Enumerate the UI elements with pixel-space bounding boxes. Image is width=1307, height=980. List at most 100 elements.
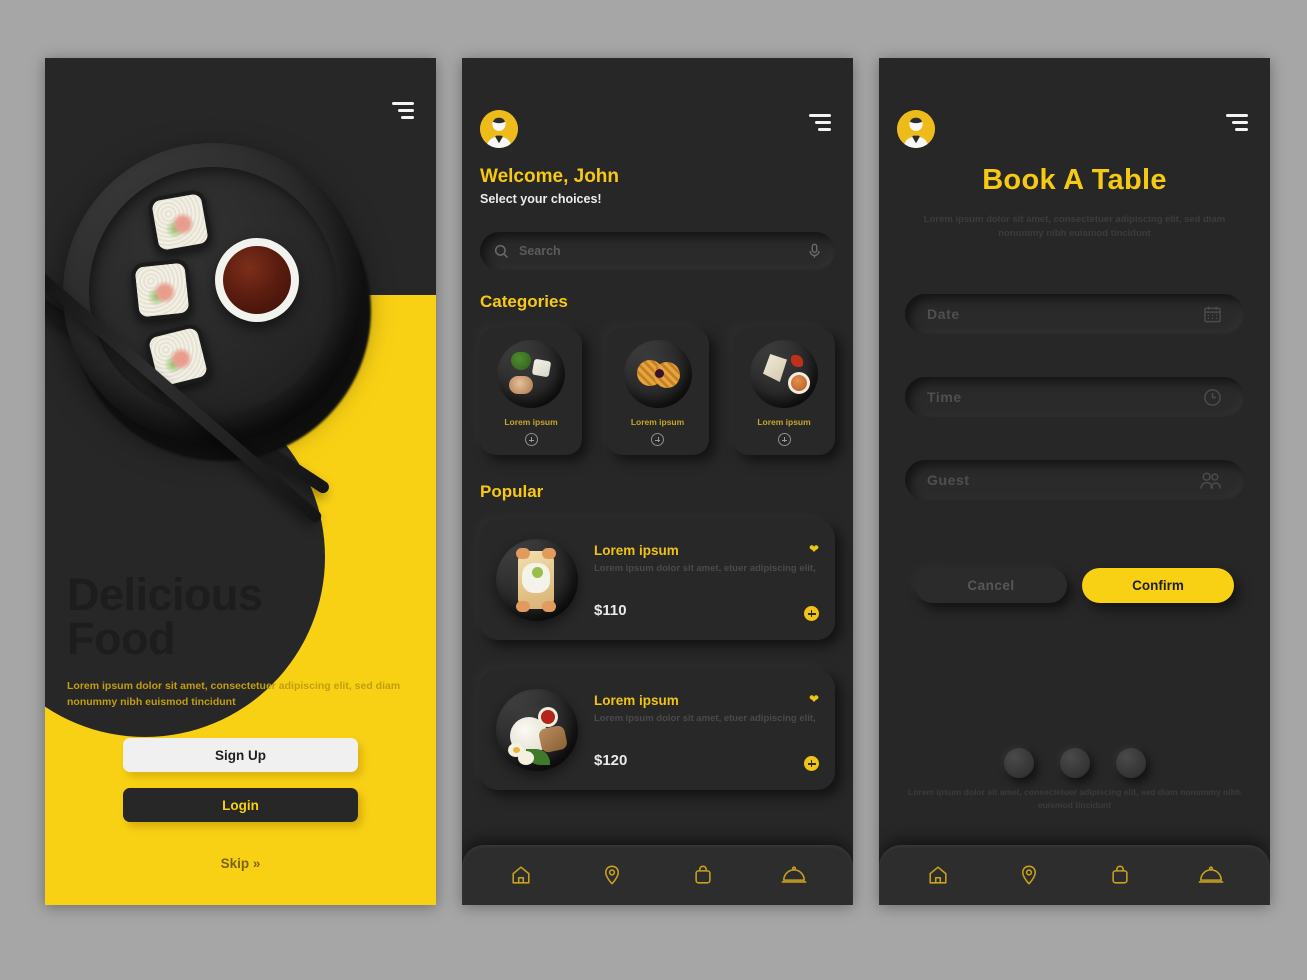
nav-home-button[interactable] (498, 855, 544, 895)
dip-bowl-icon (788, 372, 810, 394)
popular-item-card[interactable]: Lorem ipsum Lorem ipsum dolor sit amet, … (480, 670, 835, 790)
search-input[interactable]: Search (480, 232, 835, 270)
page-title: Book A Table (982, 164, 1167, 196)
hamburger-icon[interactable] (392, 102, 414, 119)
date-field[interactable]: Date (905, 294, 1244, 334)
bag-icon (695, 865, 711, 884)
hamburger-line (398, 109, 414, 112)
sushi-roll-icon (130, 258, 194, 322)
pagination-dot[interactable] (1003, 748, 1034, 778)
nav-home-button[interactable] (915, 855, 961, 895)
plus-circle-icon[interactable] (804, 606, 819, 621)
cancel-button[interactable]: Cancel (915, 568, 1067, 603)
category-label: Lorem ipsum (757, 417, 811, 427)
page-title: Delicious Food (67, 569, 414, 660)
screen-book-a-table: Book A Table Lorem ipsum dolor sit amet,… (879, 58, 1270, 905)
categories-heading: Categories (480, 292, 568, 311)
date-field-label: Date (927, 306, 960, 322)
calendar-icon (1204, 306, 1221, 322)
hamburger-line (392, 102, 414, 105)
plus-circle-icon[interactable] (804, 756, 819, 771)
guest-field[interactable]: Guest (905, 460, 1244, 500)
page-subtitle: Lorem ipsum dolor sit amet, consectetuer… (923, 214, 1226, 240)
location-pin-icon (1022, 865, 1037, 885)
plus-circle-icon[interactable] (524, 433, 538, 446)
hamburger-line (1232, 121, 1248, 124)
popular-item-name: Lorem ipsum (594, 693, 679, 708)
category-card[interactable]: Lorem ipsum (606, 328, 709, 455)
category-dish-icon (497, 340, 565, 408)
plus-circle-icon[interactable] (777, 433, 791, 446)
bottom-navigation (462, 845, 853, 905)
plate-inner (89, 167, 337, 415)
heart-icon[interactable]: ❤ (809, 543, 819, 555)
bottom-navigation (879, 845, 1270, 905)
tofu-icon (531, 358, 552, 378)
category-label: Lorem ipsum (630, 417, 685, 427)
hamburger-icon[interactable] (1226, 114, 1248, 131)
s1-hero-text: Delicious Food Lorem ipsum dolor sit ame… (67, 569, 414, 711)
popular-item-card[interactable]: Lorem ipsum Lorem ipsum dolor sit amet, … (480, 520, 835, 640)
popular-dish-icon (496, 689, 578, 771)
pagination-dot[interactable] (1059, 748, 1090, 778)
booking-actions: Cancel Confirm (915, 568, 1234, 603)
nav-location-button[interactable] (589, 855, 635, 895)
microphone-icon[interactable] (808, 243, 821, 259)
food-cloche-icon (1198, 866, 1224, 883)
shrimp-icon (516, 548, 530, 559)
avatar-glyph (480, 110, 518, 148)
nav-menu-button[interactable] (771, 855, 817, 895)
popular-item-body: Lorem ipsum Lorem ipsum dolor sit amet, … (594, 539, 819, 621)
popular-dish-icon (496, 539, 578, 621)
nav-menu-button[interactable] (1188, 855, 1234, 895)
screen-home: Welcome, John Select your choices! Searc… (462, 58, 853, 905)
shrimp-icon (542, 548, 556, 559)
hamburger-line (818, 128, 831, 131)
home-icon (512, 866, 530, 884)
category-card[interactable]: Lorem ipsum (480, 328, 582, 455)
broccoli-icon (511, 352, 531, 370)
time-field[interactable]: Time (905, 377, 1244, 417)
nav-bag-button[interactable] (680, 855, 726, 895)
tomato-icon (791, 355, 803, 367)
welcome-subtitle: Select your choices! (480, 192, 602, 206)
user-avatar-icon[interactable] (897, 110, 935, 148)
nav-location-button[interactable] (1006, 855, 1052, 895)
heart-icon[interactable]: ❤ (809, 693, 819, 705)
page-subtitle: Lorem ipsum dolor sit amet, consectetuer… (67, 680, 401, 709)
guest-field-label: Guest (927, 472, 970, 488)
plus-circle-icon[interactable] (651, 433, 664, 446)
popular-heading: Popular (480, 482, 544, 501)
pagination-dot[interactable] (1115, 748, 1146, 778)
time-field-label: Time (927, 389, 962, 405)
s1-food-illustration (45, 143, 383, 525)
sushi-roll-icon (146, 188, 214, 256)
skip-button[interactable]: Skip » (123, 856, 358, 871)
meat-icon (509, 376, 533, 394)
egg-icon (518, 751, 534, 765)
clock-icon (1204, 388, 1221, 406)
sauce-bowl-icon (538, 707, 558, 727)
footer-note: Lorem ipsum dolor sit amet, consectetuer… (908, 787, 1241, 811)
search-placeholder: Search (519, 244, 561, 258)
category-label: Lorem ipsum (504, 417, 558, 427)
page-title-line1: Delicious (67, 569, 263, 620)
category-dish-icon (750, 340, 818, 408)
avatar-glyph (897, 110, 935, 148)
confirm-button[interactable]: Confirm (1082, 568, 1234, 603)
hamburger-icon[interactable] (809, 114, 831, 131)
nav-bag-button[interactable] (1097, 855, 1143, 895)
shrimp-icon (542, 601, 556, 612)
meat-icon (537, 724, 569, 754)
hamburger-line (1226, 114, 1248, 117)
popular-item-price: $120 (594, 752, 628, 769)
hamburger-line (815, 121, 831, 124)
category-card[interactable]: Lorem ipsum (733, 328, 835, 455)
sign-up-button[interactable]: Sign Up (123, 738, 358, 772)
user-avatar-icon[interactable] (480, 110, 518, 148)
shrimp-icon (516, 601, 530, 612)
mockup-canvas: Delicious Food Lorem ipsum dolor sit ame… (0, 0, 1307, 980)
hamburger-line (1235, 128, 1248, 131)
pagination-dots (879, 748, 1270, 778)
login-button[interactable]: Login (123, 788, 358, 822)
